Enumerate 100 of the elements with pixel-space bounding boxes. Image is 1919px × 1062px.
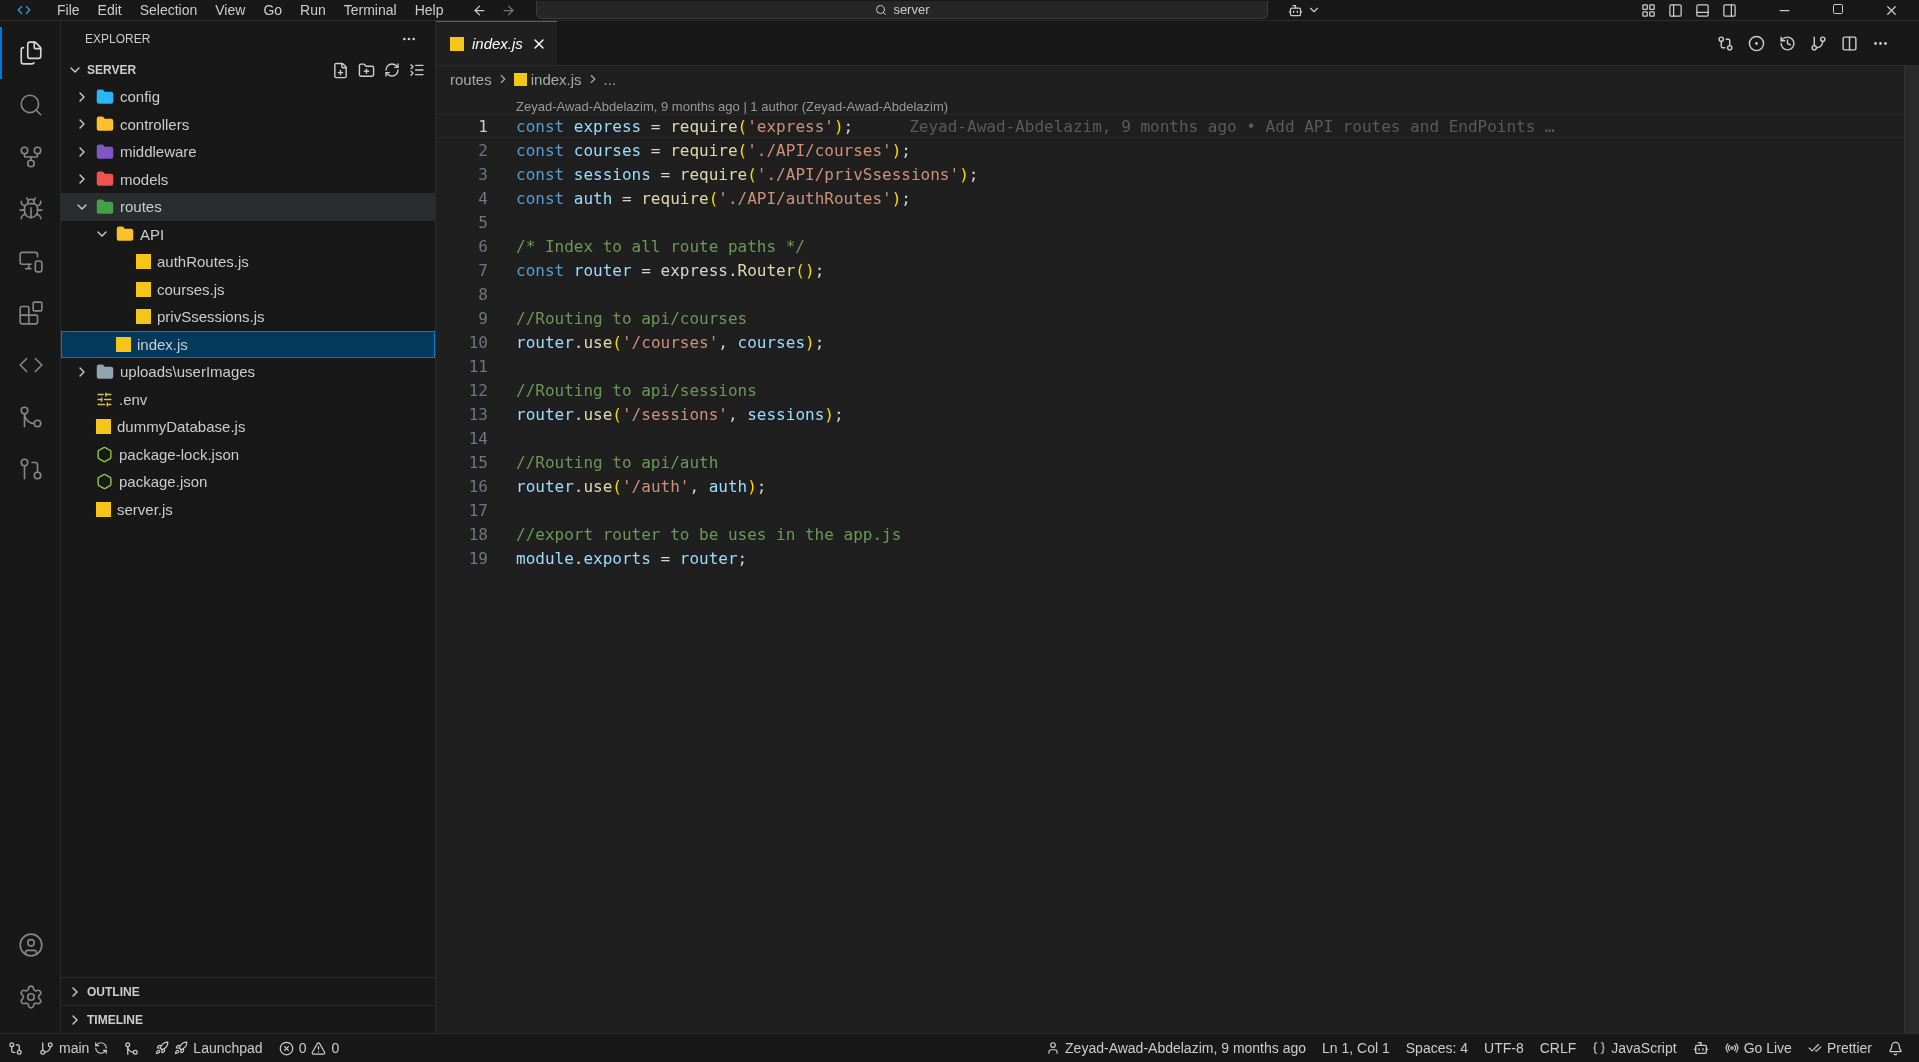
status-item[interactable]: CRLF: [1531, 1040, 1585, 1056]
line-number: 8: [477, 284, 489, 304]
tree-item[interactable]: authRoutes.js: [61, 248, 435, 276]
status-item[interactable]: Ln 1, Col 1: [1314, 1040, 1398, 1056]
tree-item[interactable]: index.js: [61, 330, 435, 358]
extensions-icon: [18, 300, 44, 326]
line-number: 12: [467, 380, 489, 400]
scrollbar[interactable]: [1904, 66, 1919, 1033]
tree-item[interactable]: package-lock.json: [61, 440, 435, 468]
line-number: 7: [477, 260, 489, 280]
tree-item[interactable]: package.json: [61, 468, 435, 496]
line-number: 17: [467, 500, 489, 520]
error-count: 0: [298, 1040, 307, 1056]
tree-item[interactable]: controllers: [61, 110, 435, 138]
tree-item[interactable]: routes: [61, 193, 435, 221]
command-center-search[interactable]: server: [536, 1, 1269, 19]
code-line: //export router to be uses in the app.js: [516, 524, 902, 544]
section-title[interactable]: SERVER: [87, 63, 328, 77]
tree-label: models: [120, 170, 169, 188]
code-line: router.use('/sessions', sessions);: [516, 404, 844, 424]
tree-item[interactable]: server.js: [61, 495, 435, 523]
branch-icon: [39, 1040, 54, 1056]
copilot-icon[interactable]: [1288, 2, 1304, 18]
code-line: const auth = require('./API/authRoutes');: [516, 188, 911, 208]
tree-label: controllers: [120, 115, 190, 133]
code-line: //Routing to api/courses: [516, 308, 748, 328]
tree-item[interactable]: .env: [61, 385, 435, 413]
tree-label: API: [140, 225, 165, 243]
problems-status[interactable]: 0 0: [270, 1040, 348, 1056]
menu-item[interactable]: View: [206, 2, 255, 18]
copilot-icon[interactable]: [1692, 1040, 1709, 1056]
commit-icon[interactable]: [1748, 34, 1765, 52]
debug-icon: [18, 196, 44, 222]
panel-title[interactable]: TIMELINE: [87, 1012, 143, 1027]
tree-item[interactable]: config: [61, 83, 435, 111]
notifications-icon[interactable]: [1888, 1040, 1903, 1056]
maximize-icon[interactable]: [1832, 2, 1844, 15]
branch-status[interactable]: main: [31, 1040, 117, 1056]
double-check-icon: [1807, 1041, 1822, 1055]
tree-label: .env: [119, 390, 148, 408]
editor-tab[interactable]: index.js: [436, 21, 557, 65]
status-text: Prettier: [1826, 1040, 1872, 1056]
menu-item[interactable]: Run: [291, 2, 335, 18]
breadcrumb-item[interactable]: ...: [603, 70, 617, 88]
collapse-icon[interactable]: [409, 61, 425, 78]
breadcrumb-item[interactable]: routes: [450, 70, 492, 88]
code-line: module.exports = router;: [516, 548, 748, 568]
new-folder-icon[interactable]: [358, 61, 375, 79]
tree-label: config: [120, 88, 161, 106]
hexagon-icon: [96, 445, 113, 463]
menu-item[interactable]: Help: [405, 2, 453, 18]
secondary-sidebar-icon[interactable]: [1722, 2, 1737, 18]
panel-title[interactable]: OUTLINE: [87, 984, 140, 999]
graph-icon[interactable]: [124, 1040, 140, 1056]
js-file-icon: [116, 336, 131, 352]
line-number: 9: [477, 308, 489, 328]
line-number: 15: [467, 452, 489, 472]
tree-item[interactable]: uploads\userImages: [61, 358, 435, 386]
tree-item[interactable]: models: [61, 165, 435, 193]
tree-item[interactable]: middleware: [61, 138, 435, 166]
panel-toggle-icon[interactable]: [1695, 2, 1710, 18]
refresh-icon[interactable]: [384, 61, 400, 78]
error-icon: [278, 1040, 294, 1056]
split-editor-icon[interactable]: [1841, 34, 1858, 52]
settings-icon[interactable]: [18, 984, 44, 1010]
menu-item[interactable]: File: [48, 2, 89, 18]
tree-item[interactable]: privSsessions.js: [61, 303, 435, 331]
new-file-icon[interactable]: [332, 61, 349, 79]
codelens-text[interactable]: Zeyad-Awad-Abdelazim, 9 months ago | 1 author (Zeyad-Awad-Abdelazim): [516, 99, 949, 114]
compare-icon[interactable]: [1717, 34, 1734, 52]
menu-item[interactable]: Terminal: [334, 2, 406, 18]
tree-item[interactable]: API: [61, 220, 435, 248]
sliders-icon: [96, 390, 113, 408]
account-icon[interactable]: [18, 932, 44, 958]
go-live-status[interactable]: Go Live: [1716, 1040, 1800, 1056]
branch-icon[interactable]: [1810, 34, 1827, 52]
prettier-status[interactable]: Prettier: [1799, 1040, 1880, 1056]
launchpad-status[interactable]: Launchpad: [147, 1040, 271, 1056]
menu-item[interactable]: Go: [254, 2, 292, 18]
forward-icon[interactable]: [501, 2, 517, 18]
tree-item[interactable]: courses.js: [61, 275, 435, 303]
js-file-icon: [136, 254, 151, 270]
layout-icon[interactable]: [1641, 2, 1656, 18]
status-item[interactable]: Spaces: 4: [1397, 1040, 1477, 1056]
hexagon-icon: [96, 473, 113, 491]
remote-icon[interactable]: [8, 1040, 23, 1056]
breadcrumb-item[interactable]: index.js: [530, 70, 582, 88]
menu-item[interactable]: Edit: [88, 2, 131, 18]
tree-item[interactable]: dummyDatabase.js: [61, 413, 435, 441]
search-text: server: [893, 2, 930, 17]
language-status[interactable]: JavaScript: [1584, 1040, 1685, 1056]
history-icon[interactable]: [1779, 34, 1796, 52]
back-icon[interactable]: [472, 2, 488, 18]
line-number: 16: [467, 476, 489, 496]
code-line: const router = express.Router();: [516, 260, 825, 280]
menu-item[interactable]: Selection: [130, 2, 207, 18]
sidebar-toggle-icon[interactable]: [1668, 2, 1683, 18]
status-item[interactable]: UTF-8: [1476, 1040, 1532, 1056]
tree-label: courses.js: [157, 280, 225, 298]
line-number: 4: [477, 188, 489, 208]
